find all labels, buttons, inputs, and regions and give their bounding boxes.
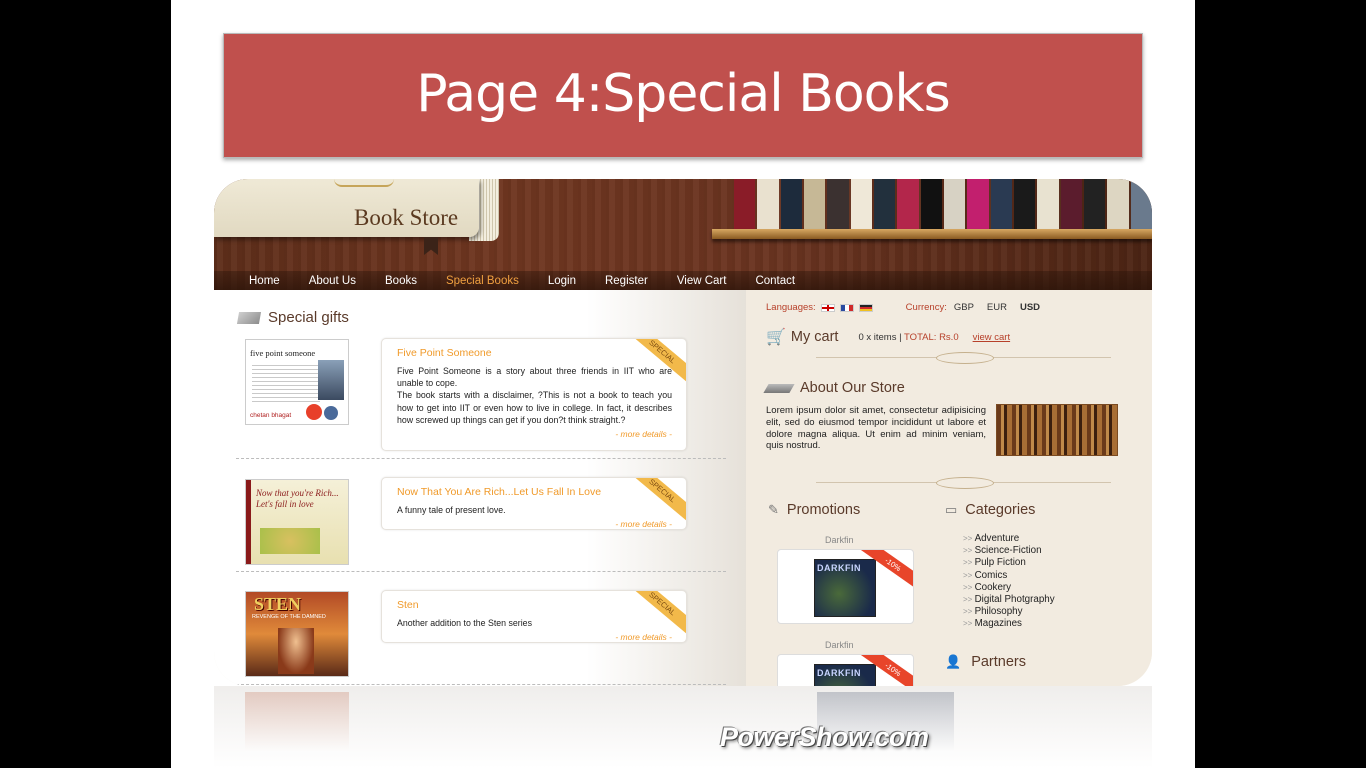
cart-info: 0 x items | TOTAL: Rs.0: [858, 331, 959, 343]
nav-contact[interactable]: Contact: [755, 275, 795, 287]
book-cover-five-point-someone[interactable]: five point someone chetan bhagat: [245, 339, 349, 425]
cart-total: TOTAL: Rs.0: [904, 331, 959, 343]
gift-title[interactable]: Now That You Are Rich...Let Us Fall In L…: [397, 486, 672, 498]
promo-label: Darkfin: [825, 640, 854, 650]
bookshelf-books: [734, 179, 1152, 229]
nav-register[interactable]: Register: [605, 275, 648, 287]
language-currency-bar: Languages: Currency: GBP EUR USD: [766, 302, 1040, 313]
gift-title[interactable]: Five Point Someone: [397, 347, 672, 359]
category-item[interactable]: Comics: [963, 570, 1055, 582]
my-cart: 🛒 My cart 0 x items | TOTAL: Rs.0 view c…: [766, 327, 1010, 347]
gift-card: SPECIAL Sten Another addition to the Ste…: [381, 590, 687, 643]
more-details-link[interactable]: - more details -: [397, 429, 672, 439]
screenshot-reflection: [214, 686, 1152, 768]
category-item[interactable]: Philosophy: [963, 606, 1055, 618]
nav-special-books[interactable]: Special Books: [446, 275, 519, 287]
category-item[interactable]: Science-Fiction: [963, 545, 1055, 557]
promo-cover: DARKFIN: [814, 664, 876, 686]
nav-home[interactable]: Home: [249, 275, 280, 287]
book-store-logo[interactable]: Book Store: [214, 179, 479, 237]
gift-item: STEN REVENGE OF THE DAMNED SPECIAL Sten …: [236, 572, 726, 685]
currency-label: Currency:: [905, 302, 947, 313]
cart-title: My cart: [790, 329, 839, 345]
gift-title[interactable]: Sten: [397, 599, 672, 611]
view-cart-link[interactable]: view cart: [973, 332, 1010, 343]
gift-item: five point someone chetan bhagat SPECIAL…: [236, 335, 726, 459]
flag-uk-icon[interactable]: [820, 303, 835, 312]
book-cover-now-that-youre-rich[interactable]: Now that you're Rich... Let's fall in lo…: [245, 479, 349, 565]
partners-title: Partners: [971, 654, 1026, 670]
nav-login[interactable]: Login: [548, 275, 576, 287]
nav-view-cart[interactable]: View Cart: [677, 275, 727, 287]
logo-ornament: [334, 179, 394, 187]
gift-description: Another addition to the Sten series: [397, 618, 532, 628]
slide-title: Page 4:Special Books: [416, 64, 950, 124]
gift-item: Now that you're Rich... Let's fall in lo…: [236, 459, 726, 572]
slide-title-bar: Page 4:Special Books: [223, 33, 1143, 158]
gift-description: Five Point Someone is a story about thre…: [397, 366, 672, 389]
gift-card: SPECIAL Five Point Someone Five Point So…: [381, 338, 687, 451]
category-item[interactable]: Pulp Fiction: [963, 557, 1055, 569]
book-cover-sten[interactable]: STEN REVENGE OF THE DAMNED: [245, 591, 349, 677]
partners-heading: 👤 Partners: [945, 654, 1026, 670]
bookshelf: [712, 229, 1152, 239]
promo-label: Darkfin: [825, 535, 854, 545]
about-heading: About Our Store: [763, 380, 905, 396]
promotions-heading: ✎ Promotions: [768, 502, 860, 518]
about-text: Lorem ipsum dolor sit amet, consectetur …: [766, 405, 986, 452]
categories-heading: ▭ Categories: [945, 502, 1035, 518]
promo-cover: DARKFIN: [814, 559, 876, 617]
special-gifts-heading: Special gifts: [236, 309, 349, 326]
promo-card[interactable]: DARKFIN -10%: [777, 654, 914, 686]
ornament-divider: [816, 477, 1111, 492]
categories-icon: ▭: [945, 502, 958, 517]
category-item[interactable]: Adventure: [963, 533, 1055, 545]
currency-gbp[interactable]: GBP: [954, 302, 974, 313]
slide: Page 4:Special Books Book Store Home Abo…: [171, 0, 1195, 768]
nav-books[interactable]: Books: [385, 275, 417, 287]
library-photo: [996, 404, 1118, 456]
gift-box-icon: [236, 311, 262, 324]
main-content: Special gifts five point someone chetan …: [214, 290, 746, 686]
flag-germany-icon[interactable]: [858, 303, 873, 312]
logo-text: Book Store: [354, 205, 459, 230]
book-icon: [763, 383, 795, 393]
powershow-watermark: PowerShow.com: [720, 722, 929, 752]
shopping-cart-icon: 🛒: [766, 329, 786, 346]
categories-title: Categories: [965, 502, 1036, 518]
categories-list: Adventure Science-Fiction Pulp Fiction C…: [963, 533, 1055, 631]
category-item[interactable]: Magazines: [963, 618, 1055, 630]
gift-card: SPECIAL Now That You Are Rich...Let Us F…: [381, 477, 687, 530]
more-details-link[interactable]: - more details -: [397, 519, 672, 529]
site-header: Book Store Home About Us Books Special B…: [214, 179, 1152, 290]
about-title: About Our Store: [800, 380, 905, 396]
gift-description-2: The book starts with a disclaimer, ?This…: [397, 390, 672, 425]
person-icon: 👤: [945, 654, 962, 669]
category-item[interactable]: Cookery: [963, 582, 1055, 594]
ornament-divider: [816, 352, 1111, 367]
website-screenshot: Book Store Home About Us Books Special B…: [214, 179, 1152, 686]
flag-france-icon[interactable]: [839, 303, 854, 312]
currency-eur[interactable]: EUR: [987, 302, 1007, 313]
more-details-link[interactable]: - more details -: [397, 632, 672, 642]
category-item[interactable]: Digital Photgraphy: [963, 594, 1055, 606]
sidebar: Languages: Currency: GBP EUR USD 🛒 My ca…: [746, 290, 1152, 686]
promo-card[interactable]: DARKFIN -10%: [777, 549, 914, 624]
languages-label: Languages:: [766, 302, 816, 313]
section-title: Special gifts: [268, 309, 349, 326]
gift-description: A funny tale of present love.: [397, 505, 506, 515]
main-nav: Home About Us Books Special Books Login …: [214, 271, 1152, 290]
promotions-title: Promotions: [786, 502, 861, 518]
tag-icon: ✎: [768, 502, 779, 517]
currency-usd[interactable]: USD: [1020, 302, 1040, 313]
nav-about-us[interactable]: About Us: [309, 275, 356, 287]
